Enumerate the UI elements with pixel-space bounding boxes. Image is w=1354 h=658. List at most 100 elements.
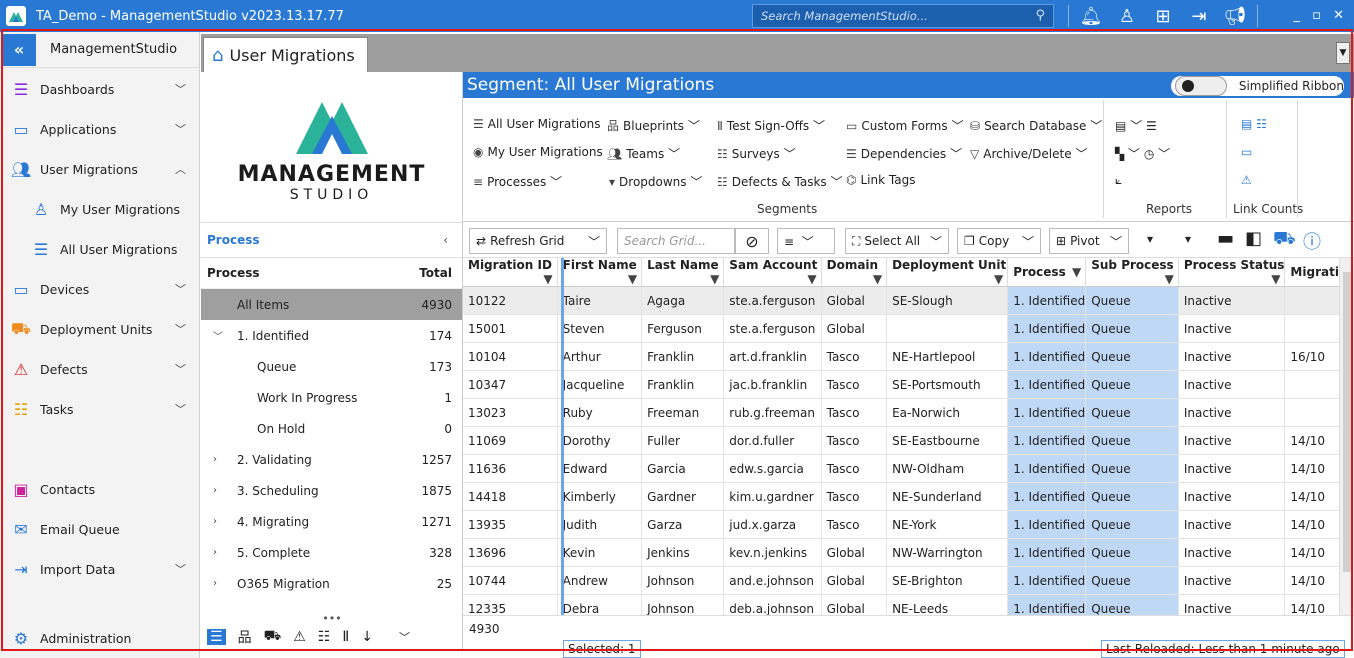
teams-button[interactable]: 👥︎ Teams ﹀ (607, 145, 680, 162)
table-cell[interactable]: Ea-Norwich (886, 398, 1009, 427)
panel-bottom-icon[interactable]: ▬ (1217, 228, 1234, 249)
table-cell[interactable]: edw.s.garcia (723, 454, 822, 483)
filter-icon[interactable]: ▾ (1147, 232, 1153, 246)
table-cell[interactable]: NE-Sunderland (886, 482, 1009, 511)
copy-button[interactable]: ❐ Copy ﹀ (957, 228, 1041, 254)
chevron-right-icon[interactable]: › (213, 516, 217, 527)
table-cell[interactable]: jac.b.franklin (723, 370, 822, 399)
my-user-migrations-button[interactable]: ◉ My User Migrations (473, 145, 603, 159)
warning-icon[interactable]: ⚠ (293, 629, 306, 645)
table-cell[interactable]: kim.u.gardner (723, 482, 822, 511)
filter-icon[interactable]: ▼ (994, 272, 1003, 286)
table-cell[interactable]: Jacqueline (557, 370, 643, 399)
table-row[interactable]: 10104 Arthur Franklin art.d.franklin Tasco NE… (463, 342, 1340, 371)
sidebar-item-dashboards[interactable]: ☰ Dashboards ﹀ (0, 69, 200, 109)
table-cell[interactable]: Kevin (557, 538, 643, 567)
grid-search-input[interactable]: Search Grid... (617, 228, 735, 254)
table-cell[interactable]: ste.a.ferguson (723, 314, 822, 343)
table-cell[interactable]: 10122 (463, 286, 558, 315)
table-row[interactable]: 11636 Edward Garcia edw.s.garcia Tasco NW-Old… (463, 454, 1340, 483)
hierarchy-icon[interactable]: ⊞ (1145, 6, 1181, 27)
chevron-down-icon[interactable]: ﹀ (175, 281, 186, 297)
table-cell[interactable]: Inactive (1178, 398, 1286, 427)
chevron-down-icon[interactable]: ﹀ (175, 81, 186, 97)
table-cell[interactable]: 1. Identified (1007, 398, 1087, 427)
table-cell[interactable]: Inactive (1178, 286, 1286, 315)
archive-delete-button[interactable]: ▽ Archive/Delete ﹀ (970, 145, 1087, 162)
table-cell[interactable]: jud.x.garza (723, 510, 822, 539)
column-header[interactable]: Domain ▼ (821, 258, 888, 287)
table-cell[interactable]: Fuller (641, 426, 725, 455)
table-cell[interactable]: 14/10 (1284, 594, 1340, 615)
table-cell[interactable]: Tasco (821, 510, 888, 539)
filter-icon[interactable]: ▼ (873, 272, 882, 286)
filter-icon[interactable]: ▼ (1165, 272, 1174, 286)
table-cell[interactable]: 10104 (463, 342, 558, 371)
table-row[interactable]: 13696 Kevin Jenkins kev.n.jenkins Global NW-W… (463, 538, 1340, 567)
test-tubes-icon[interactable]: Ⅱ (342, 629, 349, 645)
column-header[interactable]: Sam Account ▼ (723, 258, 822, 287)
table-cell[interactable]: NE-York (886, 510, 1009, 539)
blueprints-button[interactable]: 品 Blueprints ﹀ (607, 117, 700, 134)
tasks-icon[interactable]: ☷ (318, 629, 331, 645)
table-cell[interactable]: Tasco (821, 342, 888, 371)
tree-row[interactable]: All Items 4930 (201, 289, 462, 320)
table-cell[interactable]: SE-Brighton (886, 566, 1009, 595)
table-cell[interactable]: Steven (557, 314, 643, 343)
table-cell[interactable]: SE-Eastbourne (886, 426, 1009, 455)
hierarchy-icon[interactable]: 品 (238, 627, 252, 647)
sidebar-item-user-migrations[interactable]: 👥︎ User Migrations ︿ (0, 149, 200, 189)
refresh-grid-button[interactable]: ⇄ Refresh Grid ﹀ (469, 228, 607, 254)
dependencies-button[interactable]: ☰ Dependencies ﹀ (846, 145, 962, 162)
column-header[interactable]: Deployment Unit ▼ (886, 258, 1009, 287)
sidebar-item-import-data[interactable]: ⇥ Import Data ﹀ (0, 549, 200, 589)
table-cell[interactable]: NW-Oldham (886, 454, 1009, 483)
table-row[interactable]: 12335 Debra Johnson deb.a.johnson Global NE-L… (463, 594, 1340, 615)
column-header[interactable]: First Name ▼ (557, 258, 643, 287)
table-cell[interactable]: Queue (1085, 594, 1179, 615)
table-cell[interactable]: Inactive (1178, 594, 1286, 615)
filter-icon[interactable]: ▼ (628, 272, 637, 286)
deployment-icon[interactable]: ⛟ (264, 628, 282, 646)
chevron-down-icon[interactable]: ﹀ (1110, 233, 1122, 250)
chevron-down-icon[interactable]: ﹀ (175, 361, 186, 377)
window-controls[interactable]: _ ▫ ✕ (1294, 8, 1348, 23)
table-cell[interactable]: Franklin (641, 370, 725, 399)
table-row[interactable]: 10122 Taire Agaga ste.a.ferguson Global SE-Sl… (463, 286, 1340, 315)
table-cell[interactable] (1284, 314, 1340, 343)
table-cell[interactable]: Garcia (641, 454, 725, 483)
clear-search-icon[interactable]: ⊘ (735, 228, 769, 254)
table-cell[interactable]: and.e.johnson (723, 566, 822, 595)
table-cell[interactable]: Inactive (1178, 510, 1286, 539)
search-icon[interactable]: ⚲ (1035, 8, 1045, 23)
column-header[interactable]: Migrati (1284, 258, 1340, 287)
table-cell[interactable]: Ferguson (641, 314, 725, 343)
chevron-right-icon[interactable]: › (213, 454, 217, 465)
table-cell[interactable]: Franklin (641, 342, 725, 371)
table-cell[interactable] (1284, 398, 1340, 427)
table-cell[interactable]: Tasco (821, 398, 888, 427)
table-cell[interactable]: Judith (557, 510, 643, 539)
table-cell[interactable]: Johnson (641, 594, 725, 615)
sidebar-item-applications[interactable]: ▭ Applications ﹀ (0, 109, 200, 149)
table-cell[interactable]: Global (821, 286, 888, 315)
table-cell[interactable]: Queue (1085, 482, 1179, 511)
list-view-icon[interactable]: ☰ (207, 629, 226, 645)
table-cell[interactable] (1284, 370, 1340, 399)
table-cell[interactable]: Global (821, 314, 888, 343)
surveys-button[interactable]: ☷ Surveys ﹀ (717, 145, 796, 162)
sidebar-item-all-user-migrations[interactable]: ☰ All User Migrations (0, 229, 200, 269)
column-header[interactable]: Last Name ▼ (641, 258, 725, 287)
sidebar-item-administration[interactable]: ⚙ Administration (0, 618, 200, 658)
table-cell[interactable]: Johnson (641, 566, 725, 595)
table-cell[interactable]: Queue (1085, 342, 1179, 371)
monitor-icon[interactable]: ▭ (1241, 145, 1252, 159)
tree-row[interactable]: › 5. Complete 328 (201, 537, 462, 568)
align-button[interactable]: ≡ ﹀ (777, 228, 835, 254)
table-cell[interactable]: 1. Identified (1007, 314, 1087, 343)
bell-icon[interactable]: 🔔︎ (1073, 6, 1109, 27)
chevron-down-icon[interactable]: ﹀ (588, 233, 600, 250)
filter-icon[interactable]: ▼ (710, 272, 719, 286)
table-cell[interactable] (886, 314, 1009, 343)
search-database-button[interactable]: ⛁ Search Database ﹀ (970, 117, 1102, 134)
